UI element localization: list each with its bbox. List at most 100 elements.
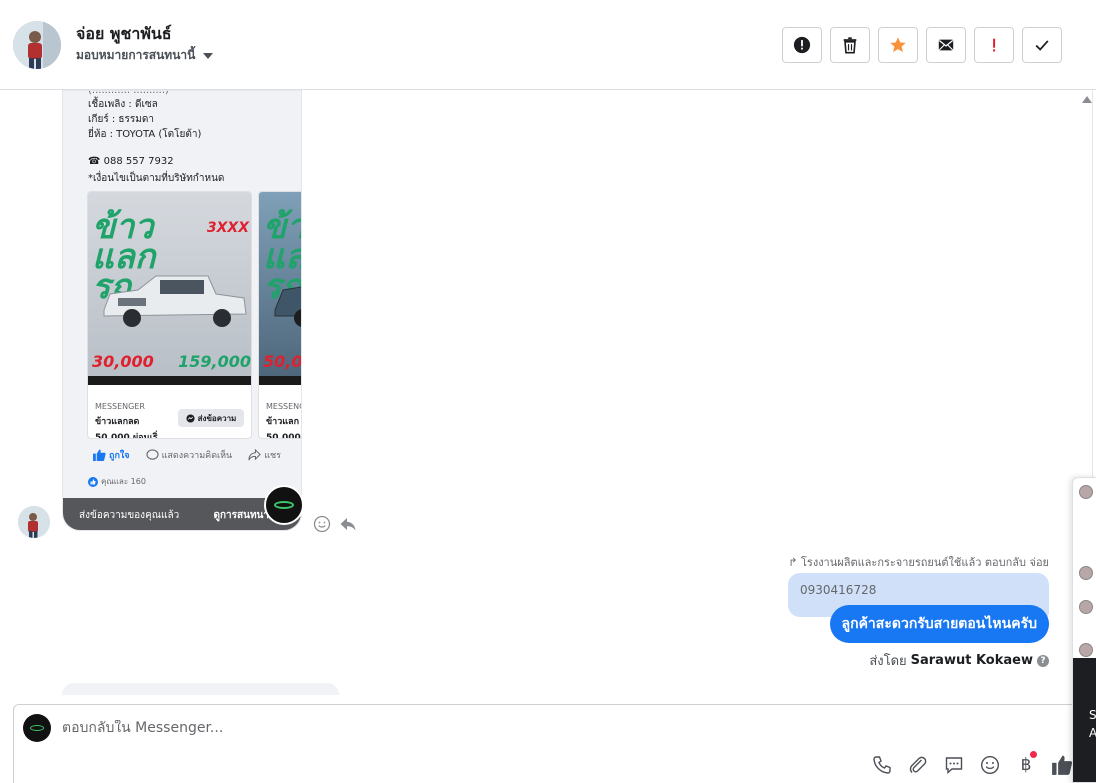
- page-logo-icon: [274, 501, 294, 509]
- comment-label: แสดงความคิดเห็น: [161, 451, 233, 461]
- sent-by-info: ส่งโดย Sarawut Kokaew ?: [869, 650, 1049, 671]
- messenger-icon: [186, 413, 195, 423]
- mark-done-button[interactable]: [1022, 27, 1062, 63]
- scroll-up-arrow-icon[interactable]: [1082, 96, 1092, 103]
- share-label: แชร: [264, 451, 281, 461]
- emoji-button[interactable]: [978, 753, 1002, 777]
- reactions-count: คุณและ 160: [101, 477, 146, 486]
- like-label: ถูกใจ: [109, 451, 130, 461]
- side-panel-letter: A: [1089, 726, 1096, 740]
- card-subtitle: 50,000 ผ่: [266, 433, 301, 439]
- post-line-condition: *เงื่อนไขเป็นตามที่บริษัทกำหนด: [88, 173, 225, 184]
- reply-context-note: ↱ โรงงานผลิตและกระจายรถยนต์ใช้แล้ว ตอบกล…: [788, 553, 1049, 571]
- message-sent-status: ส่งข้อความของคุณแล้ว: [79, 509, 180, 521]
- post-line-phone: ☎ 088 557 7932: [88, 156, 174, 167]
- side-panel-letter: S: [1089, 708, 1096, 722]
- send-message-button[interactable]: ส่งข้อความ: [178, 409, 244, 427]
- avatar: [1079, 643, 1093, 657]
- post-line-brand: ยี่ห้อ : TOYOTA (โตโยต้า): [88, 129, 202, 140]
- caret-down-icon: [203, 52, 214, 59]
- exclamation-icon: [993, 38, 996, 52]
- help-icon[interactable]: ?: [1037, 654, 1049, 667]
- contact-avatar[interactable]: [13, 21, 61, 69]
- outgoing-message-text: ลูกค้าสะดวกรับสายตอนไหนครับ: [841, 616, 1037, 632]
- car-ad-image: ข้าวแลกรถ 50,0: [259, 192, 302, 385]
- sender-avatar: [18, 506, 50, 538]
- price-remaining: 159,000: [178, 352, 251, 371]
- reply-icon[interactable]: [339, 515, 357, 533]
- side-panel-dark-section: S A: [1073, 658, 1096, 782]
- quoted-text: 0930416728: [800, 583, 877, 597]
- share-icon: [248, 449, 261, 461]
- card-title: ข้าวแลก: [266, 417, 300, 427]
- view-conversation-link[interactable]: ดูการสนทนา: [213, 508, 269, 523]
- ad-footer-strip: [88, 376, 251, 385]
- post-text-cut: (............ ..........): [88, 90, 169, 96]
- share-action[interactable]: แชร: [248, 448, 281, 462]
- side-panel-peek[interactable]: S A: [1072, 477, 1096, 783]
- payment-button[interactable]: ฿: [1014, 751, 1038, 777]
- trash-icon: [843, 37, 857, 54]
- star-button[interactable]: [878, 27, 918, 63]
- saved-replies-button[interactable]: [942, 753, 966, 777]
- page-logo-badge: [264, 485, 304, 525]
- saved-reply-icon: [945, 757, 963, 775]
- paperclip-icon: [909, 756, 927, 773]
- thumbs-up-icon: [93, 449, 106, 461]
- star-icon: [890, 37, 906, 53]
- comment-icon: [145, 449, 159, 460]
- avatar: [1079, 600, 1093, 614]
- composer-tools: ฿: [870, 751, 1074, 777]
- carousel-card[interactable]: ข้าว แลก รถ 3XXX 30,000 159,000 MESSENGER …: [87, 191, 252, 439]
- like-reaction-icon: [88, 476, 98, 487]
- delete-button[interactable]: [830, 27, 870, 63]
- check-icon: [1035, 40, 1049, 51]
- post-line-gear: เกียร์ : ธรรมดา: [88, 114, 154, 125]
- post-reactions[interactable]: คุณและ 160: [88, 475, 146, 488]
- assign-label: มอบหมายการสนทนานี้: [76, 48, 196, 62]
- avatar: [1079, 566, 1093, 580]
- baht-payment-icon: ฿: [1020, 755, 1032, 775]
- mark-unread-button[interactable]: [926, 27, 966, 63]
- phone-icon: [873, 756, 891, 774]
- send-message-label: ส่งข้อความ: [197, 413, 237, 423]
- conversation-header: จ่อย พูชาพันธ์ มอบหมายการสนทนานี้: [0, 0, 1096, 90]
- reply-composer: ฿: [13, 704, 1079, 783]
- sent-by-name: Sarawut Kokaew: [910, 653, 1033, 668]
- next-message-bubble: [62, 683, 339, 695]
- car-ad-promo: 3XXX: [206, 220, 249, 236]
- header-actions: [782, 27, 1062, 63]
- ad-footer-strip: [259, 376, 301, 385]
- send-like-button[interactable]: [1050, 753, 1074, 777]
- page-logo-icon: [30, 725, 44, 731]
- comment-action[interactable]: แสดงความคิดเห็น: [145, 448, 233, 462]
- card-title: ข้าวแลกลด: [95, 417, 140, 427]
- price-down-payment: 30,000: [92, 352, 154, 371]
- post-line-fuel: เชื้อเพลิง : ดีเซล: [88, 99, 158, 110]
- post-actions: ถูกใจ แสดงความคิดเห็น แชร: [93, 448, 281, 462]
- shared-post-message[interactable]: (............ ..........) เชื้อเพลิง : ด…: [62, 90, 302, 531]
- outgoing-message-bubble[interactable]: ลูกค้าสะดวกรับสายตอนไหนครับ: [829, 605, 1049, 643]
- price-down-payment: 50,0: [263, 352, 302, 371]
- reply-input[interactable]: [62, 720, 762, 736]
- message-hover-actions: [313, 515, 357, 533]
- card-source: MESSENG: [266, 402, 302, 411]
- card-source: MESSENGER: [95, 402, 145, 411]
- carousel-card[interactable]: ข้าวแลกรถ 50,0 MESSENG ข้าวแลก 50,000 ผ่: [258, 191, 302, 439]
- call-button[interactable]: [870, 753, 894, 777]
- emoji-react-icon[interactable]: [313, 515, 331, 533]
- like-action[interactable]: ถูกใจ: [93, 448, 130, 462]
- avatar-photo: [18, 506, 50, 538]
- reply-note-text: โรงงานผลิตและกระจายรถยนต์ใช้แล้ว ตอบกลับ…: [801, 556, 1049, 569]
- contact-name[interactable]: จ่อย พูชาพันธ์: [76, 22, 172, 47]
- avatar-photo: [13, 21, 61, 69]
- card-subtitle: 50,000 ผ่อนเริ่...: [95, 433, 168, 439]
- spam-button[interactable]: [782, 27, 822, 63]
- attach-button[interactable]: [906, 753, 930, 777]
- pickup-truck-image: [274, 286, 301, 327]
- thumbs-up-icon: [1052, 755, 1073, 775]
- follow-up-button[interactable]: [974, 27, 1014, 63]
- car-ad-image: ข้าว แลก รถ 3XXX 30,000 159,000: [88, 192, 251, 385]
- assign-conversation-dropdown[interactable]: มอบหมายการสนทนานี้: [76, 46, 214, 65]
- pickup-truck-image: [103, 275, 247, 327]
